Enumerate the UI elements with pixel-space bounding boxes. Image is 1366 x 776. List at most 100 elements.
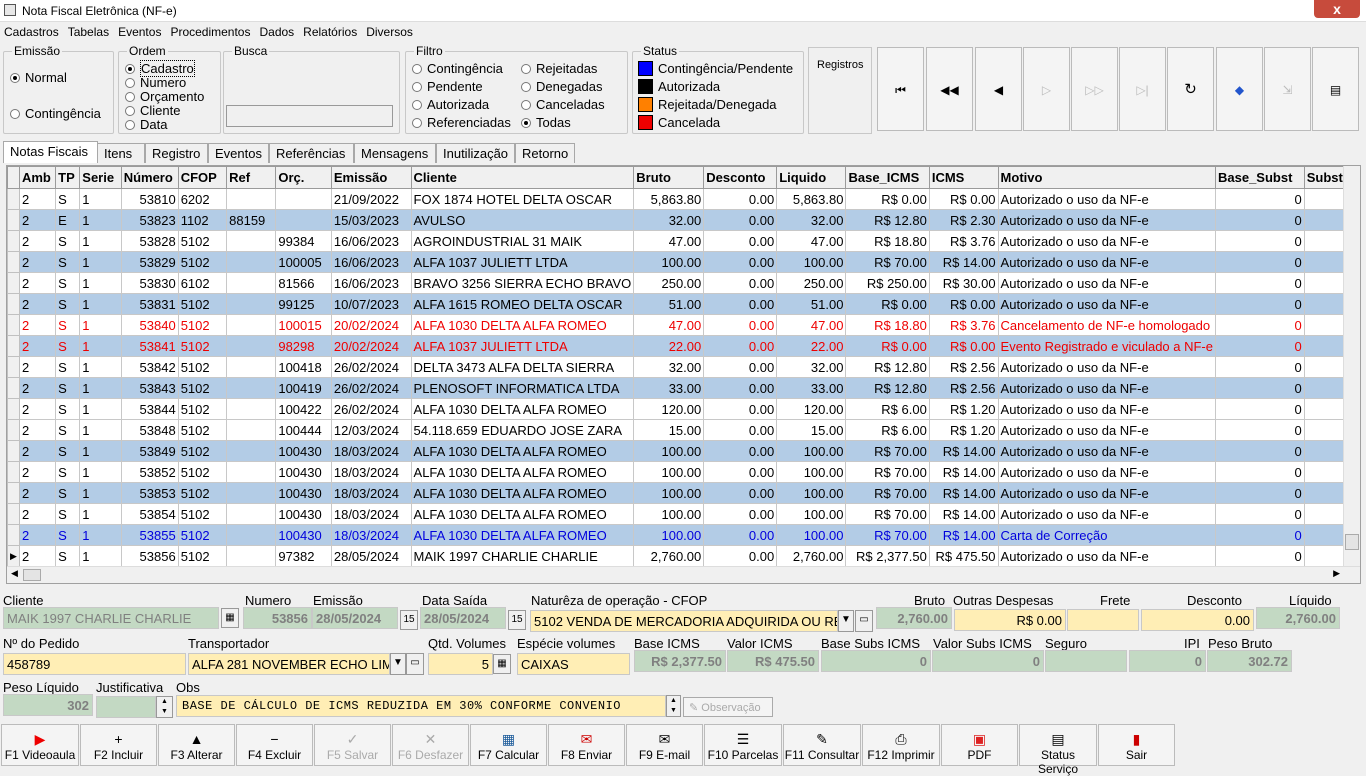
cliente-lookup-button[interactable]: ▦ [221, 608, 239, 628]
fbutton-f12-imprimir[interactable]: ⎙ F12 Imprimir [862, 724, 940, 766]
ordem-data-radio[interactable]: Data [125, 117, 167, 132]
table-row[interactable]: 2 S 1 53852 5102 100430 18/03/2024 ALFA 1030 DE… [7, 461, 1360, 483]
tab-inutilizacao[interactable]: Inutilização [436, 143, 515, 163]
next-page-button[interactable]: ▷▷ [1071, 47, 1118, 131]
column-header[interactable]: Orç. [275, 166, 332, 189]
tab-eventos[interactable]: Eventos [208, 143, 269, 163]
fbutton-f4-excluir[interactable]: − F4 Excluir [236, 724, 313, 766]
filtro-rejeitadas-radio[interactable]: Rejeitadas [521, 61, 597, 76]
table-row[interactable]: 2 S 1 53853 5102 100430 18/03/2024 ALFA 1030 DE… [7, 482, 1360, 504]
column-header[interactable]: Ref [226, 166, 277, 189]
tab-itens[interactable]: Itens [97, 143, 145, 163]
last-record-button[interactable]: ▷| [1119, 47, 1166, 131]
column-header[interactable]: Base_ICMS [845, 166, 930, 189]
busca-input[interactable] [226, 105, 393, 127]
filtro-canceladas-radio[interactable]: Canceladas [521, 97, 605, 112]
fbutton-f6-desfazer[interactable]: ✕ F6 Desfazer [392, 724, 469, 766]
fbutton-f9-e-mail[interactable]: ✉ F9 E-mail [626, 724, 703, 766]
tab-referencias[interactable]: Referências [269, 143, 354, 163]
column-header[interactable]: Base_Subst [1215, 166, 1305, 189]
pedido-field[interactable]: 458789 [3, 653, 186, 675]
fbutton-f7-calcular[interactable]: ▦ F7 Calcular [470, 724, 547, 766]
justificativa-field[interactable] [96, 696, 156, 718]
table-row[interactable]: 2 S 1 53830 6102 81566 16/06/2023 BRAVO 3256 SI… [7, 272, 1360, 294]
table-row[interactable]: 2 S 1 53843 5102 100419 26/02/2024 PLENOSOFT IN… [7, 377, 1360, 399]
table-row[interactable]: ▶ 2 S 1 53856 5102 97382 28/05/2024 MAIK 1997 CH… [7, 545, 1360, 567]
desconto-field[interactable]: 0.00 [1141, 609, 1254, 631]
filtro-referenciadas-radio[interactable]: Referenciadas [412, 115, 511, 130]
scroll-right-icon[interactable]: ▶ [1333, 568, 1340, 579]
prior-record-button[interactable]: ◀ [975, 47, 1022, 131]
column-header[interactable]: Bruto [633, 166, 705, 189]
column-header[interactable]: Número [120, 166, 179, 189]
table-row[interactable]: 2 S 1 53831 5102 99125 10/07/2023 ALFA 1615 ROM… [7, 293, 1360, 315]
ordem-numero-radio[interactable]: Numero [125, 75, 186, 90]
table-row[interactable]: 2 S 1 53841 5102 98298 20/02/2024 ALFA 1037 JUL… [7, 335, 1360, 357]
next-record-button[interactable]: ▷ [1023, 47, 1070, 131]
fbutton-f8-enviar[interactable]: ✉ F8 Enviar [548, 724, 625, 766]
natureza-dropdown-button[interactable]: ▼ [838, 610, 854, 632]
table-row[interactable]: 2 E 1 53823 1102 88159 15/03/2023 AVULSO 32.00 0.… [7, 209, 1360, 231]
filtro-denegadas-radio[interactable]: Denegadas [521, 79, 603, 94]
horizontal-scrollbar[interactable]: ◀ ▶ [7, 566, 1360, 583]
emissao-contingencia-radio[interactable]: Contingência [10, 106, 101, 121]
frete-field[interactable] [1067, 609, 1139, 631]
tab-mensagens[interactable]: Mensagens [354, 143, 436, 163]
column-header[interactable]: Serie [79, 166, 122, 189]
menu-cadastros[interactable]: Cadastros [0, 22, 64, 39]
ordem-cadastro-radio[interactable]: Cadastro [125, 60, 195, 77]
notas-grid[interactable]: Amb TP Serie Número CFOP Ref Orç. Emissão Client… [6, 165, 1361, 584]
tab-registro[interactable]: Registro [145, 143, 208, 163]
table-row[interactable]: 2 S 1 53848 5102 100444 12/03/2024 54.118.659 E… [7, 419, 1360, 441]
transportador-select[interactable]: ALFA 281 NOVEMBER ECHO LIMA [188, 653, 390, 675]
fbutton-f3-alterar[interactable]: ▲ F3 Alterar [158, 724, 235, 766]
saida-calendar-button[interactable]: 15 [508, 610, 526, 630]
menu-procedimentos[interactable]: Procedimentos [166, 22, 255, 39]
transportador-dropdown-button[interactable]: ▼ [390, 653, 406, 675]
obs-spinner[interactable]: ▲ ▼ [666, 695, 681, 717]
ordem-cliente-radio[interactable]: Cliente [125, 103, 180, 118]
table-row[interactable]: 2 S 1 53810 6202 21/09/2022 FOX 1874 HOTEL DEL… [7, 188, 1360, 210]
menu-eventos[interactable]: Eventos [114, 22, 166, 39]
fbutton-f1-videoaula[interactable]: ▶ F1 Videoaula [1, 724, 79, 766]
column-header[interactable]: ICMS [928, 166, 999, 189]
vertical-scroll-thumb[interactable] [1345, 534, 1359, 550]
column-header[interactable]: TP [55, 166, 81, 189]
prior-page-button[interactable]: ◀◀ [926, 47, 973, 131]
table-row[interactable]: 2 S 1 53855 5102 100430 18/03/2024 ALFA 1030 DE… [7, 524, 1360, 546]
fbutton-pdf[interactable]: ▣ PDF [941, 724, 1018, 766]
column-header[interactable]: Emissão [330, 166, 412, 189]
natureza-folder-button[interactable]: ▭ [855, 610, 873, 632]
fbutton-f5-salvar[interactable]: ✓ F5 Salvar [314, 724, 391, 766]
goto-button[interactable]: ⇲ [1264, 47, 1311, 131]
obs-field[interactable]: BASE DE CÁLCULO DE ICMS REDUZIDA EM 30% … [176, 695, 666, 717]
observacao-button[interactable]: ✎ Observação [683, 697, 773, 717]
fbutton-f10-parcelas[interactable]: ☰ F10 Parcelas [704, 724, 782, 766]
bookmark-button[interactable]: ◆ [1216, 47, 1263, 131]
first-record-button[interactable]: ⏮ [877, 47, 924, 131]
table-row[interactable]: 2 S 1 53854 5102 100430 18/03/2024 ALFA 1030 DE… [7, 503, 1360, 525]
natureza-select[interactable]: 5102 VENDA DE MERCADORIA ADQUIRIDA OU RE… [530, 610, 838, 632]
vertical-scrollbar[interactable] [1343, 166, 1360, 566]
qtd-volumes-field[interactable]: 5 [428, 653, 493, 675]
tab-notas-fiscais[interactable]: Notas Fiscais [3, 141, 98, 163]
close-button[interactable]: x [1314, 0, 1360, 18]
table-row[interactable]: 2 S 1 53842 5102 100418 26/02/2024 DELTA 3473 A… [7, 356, 1360, 378]
emissao-calendar-button[interactable]: 15 [400, 610, 418, 630]
horizontal-scroll-thumb[interactable] [23, 569, 41, 581]
menu-dados[interactable]: Dados [255, 22, 299, 39]
grid-view-button[interactable]: ▤ [1312, 47, 1359, 131]
especie-field[interactable]: CAIXAS [517, 653, 630, 675]
filtro-todas-radio[interactable]: Todas [521, 115, 571, 130]
table-row[interactable]: 2 S 1 53840 5102 100015 20/02/2024 ALFA 1030 DE… [7, 314, 1360, 336]
column-header[interactable]: CFOP [177, 166, 228, 189]
column-header[interactable]: Liquido [776, 166, 847, 189]
tab-retorno[interactable]: Retorno [515, 143, 575, 163]
outras-despesas-field[interactable]: R$ 0.00 [954, 609, 1066, 631]
column-header[interactable]: Cliente [410, 166, 635, 189]
emissao-normal-radio[interactable]: Normal [10, 70, 67, 85]
fbutton-f2-incluir[interactable]: + F2 Incluir [80, 724, 157, 766]
column-header[interactable]: Amb [18, 166, 57, 189]
fbutton-status-servi-o[interactable]: ▤ Status Serviço [1019, 724, 1097, 776]
column-header[interactable]: Motivo [997, 166, 1217, 189]
